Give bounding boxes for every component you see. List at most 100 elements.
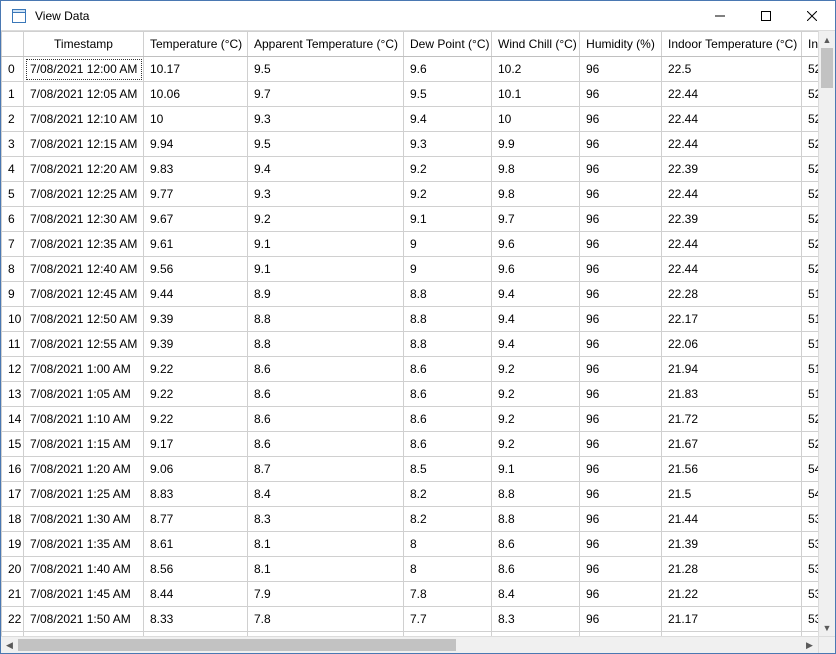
cell-indoor-temperature[interactable]: 22.44 <box>662 232 802 257</box>
cell-apparent-temperature[interactable]: 8.6 <box>248 407 404 432</box>
table-row[interactable]: 187/08/2021 1:30 AM8.778.38.28.89621.445… <box>2 507 819 532</box>
row-header[interactable]: 1 <box>2 82 24 107</box>
vertical-scrollbar[interactable]: ▲ ▼ <box>818 31 835 636</box>
cell-temperature[interactable]: 10.17 <box>144 57 248 82</box>
cell-temperature[interactable]: 9.17 <box>144 432 248 457</box>
cell-humidity[interactable]: 96 <box>580 332 662 357</box>
cell-partial[interactable]: 52 <box>802 82 819 107</box>
scroll-right-arrow-icon[interactable]: ▶ <box>801 637 818 653</box>
cell-temperature[interactable]: 8.77 <box>144 507 248 532</box>
cell-timestamp[interactable]: 7/08/2021 12:50 AM <box>24 307 144 332</box>
cell-wind-chill[interactable]: 9.6 <box>492 257 580 282</box>
cell-indoor-temperature[interactable]: 22.44 <box>662 257 802 282</box>
cell-partial[interactable]: 52 <box>802 107 819 132</box>
cell-humidity[interactable]: 96 <box>580 457 662 482</box>
cell-wind-chill[interactable]: 10 <box>492 107 580 132</box>
cell-apparent-temperature[interactable]: 8.6 <box>248 357 404 382</box>
table-row[interactable]: 157/08/2021 1:15 AM9.178.68.69.29621.675… <box>2 432 819 457</box>
table-row[interactable]: 137/08/2021 1:05 AM9.228.68.69.29621.835… <box>2 382 819 407</box>
cell-apparent-temperature[interactable]: 9.1 <box>248 257 404 282</box>
cell-indoor-temperature[interactable]: 22.39 <box>662 157 802 182</box>
row-header[interactable]: 10 <box>2 307 24 332</box>
cell-humidity[interactable]: 96 <box>580 607 662 632</box>
cell-wind-chill[interactable]: 9.2 <box>492 357 580 382</box>
cell-dew-point[interactable]: 8 <box>404 557 492 582</box>
table-row[interactable]: 107/08/2021 12:50 AM9.398.88.89.49622.17… <box>2 307 819 332</box>
row-header[interactable]: 20 <box>2 557 24 582</box>
table-row[interactable]: 27/08/2021 12:10 AM109.39.4109622.4452 <box>2 107 819 132</box>
cell-apparent-temperature[interactable]: 9.5 <box>248 132 404 157</box>
cell-indoor-temperature[interactable]: 22.17 <box>662 307 802 332</box>
table-row[interactable]: 217/08/2021 1:45 AM8.447.97.88.49621.225… <box>2 582 819 607</box>
cell-temperature[interactable]: 9.56 <box>144 257 248 282</box>
maximize-button[interactable] <box>743 1 789 31</box>
cell-partial[interactable]: 52 <box>802 257 819 282</box>
cell-wind-chill[interactable]: 8.3 <box>492 607 580 632</box>
cell-temperature[interactable]: 9.39 <box>144 332 248 357</box>
table-row[interactable]: 57/08/2021 12:25 AM9.779.39.29.89622.445… <box>2 182 819 207</box>
cell-apparent-temperature[interactable]: 9.2 <box>248 207 404 232</box>
scroll-down-arrow-icon[interactable]: ▼ <box>819 619 835 636</box>
cell-temperature[interactable]: 9.06 <box>144 457 248 482</box>
scroll-left-arrow-icon[interactable]: ◀ <box>1 637 18 653</box>
cell-humidity[interactable]: 96 <box>580 582 662 607</box>
cell-temperature[interactable]: 9.39 <box>144 307 248 332</box>
cell-partial[interactable]: 52 <box>802 132 819 157</box>
cell-timestamp[interactable]: 7/08/2021 1:45 AM <box>24 582 144 607</box>
data-grid[interactable]: Timestamp Temperature (°C) Apparent Temp… <box>1 31 818 636</box>
cell-humidity[interactable]: 96 <box>580 82 662 107</box>
cell-dew-point[interactable]: 8.8 <box>404 282 492 307</box>
cell-dew-point[interactable]: 7.7 <box>404 607 492 632</box>
cell-apparent-temperature[interactable]: 9.4 <box>248 157 404 182</box>
row-header[interactable]: 3 <box>2 132 24 157</box>
cell-partial[interactable]: 51 <box>802 332 819 357</box>
cell-wind-chill[interactable]: 9.2 <box>492 382 580 407</box>
cell-timestamp[interactable]: 7/08/2021 1:10 AM <box>24 407 144 432</box>
cell-dew-point[interactable]: 8.5 <box>404 457 492 482</box>
cell-timestamp[interactable]: 7/08/2021 1:35 AM <box>24 532 144 557</box>
cell-humidity[interactable]: 96 <box>580 557 662 582</box>
table-row[interactable]: 197/08/2021 1:35 AM8.618.188.69621.3953 <box>2 532 819 557</box>
cell-dew-point[interactable]: 8.2 <box>404 482 492 507</box>
row-header[interactable]: 13 <box>2 382 24 407</box>
col-header-dew-point[interactable]: Dew Point (°C) <box>404 32 492 57</box>
cell-partial[interactable]: 52 <box>802 407 819 432</box>
cell-wind-chill[interactable]: 8.4 <box>492 582 580 607</box>
cell-dew-point[interactable]: 8.6 <box>404 432 492 457</box>
cell-apparent-temperature[interactable]: 9.3 <box>248 107 404 132</box>
cell-humidity[interactable]: 96 <box>580 232 662 257</box>
cell-humidity[interactable]: 96 <box>580 507 662 532</box>
row-header[interactable]: 8 <box>2 257 24 282</box>
cell-temperature[interactable]: 10 <box>144 107 248 132</box>
cell-wind-chill[interactable]: 9.9 <box>492 132 580 157</box>
cell-humidity[interactable]: 96 <box>580 132 662 157</box>
cell-apparent-temperature[interactable]: 8.8 <box>248 332 404 357</box>
cell-wind-chill[interactable]: 8.8 <box>492 507 580 532</box>
cell-apparent-temperature[interactable]: 7.9 <box>248 582 404 607</box>
cell-humidity[interactable]: 96 <box>580 207 662 232</box>
cell-apparent-temperature[interactable]: 9.1 <box>248 232 404 257</box>
cell-humidity[interactable]: 96 <box>580 532 662 557</box>
cell-timestamp[interactable]: 7/08/2021 1:05 AM <box>24 382 144 407</box>
cell-dew-point[interactable]: 9.2 <box>404 182 492 207</box>
table-row[interactable]: 117/08/2021 12:55 AM9.398.88.89.49622.06… <box>2 332 819 357</box>
cell-humidity[interactable]: 96 <box>580 57 662 82</box>
cell-indoor-temperature[interactable]: 22.28 <box>662 282 802 307</box>
cell-apparent-temperature[interactable]: 8.7 <box>248 457 404 482</box>
cell-temperature[interactable]: 8.61 <box>144 532 248 557</box>
horizontal-scroll-thumb[interactable] <box>18 639 456 651</box>
row-header[interactable]: 19 <box>2 532 24 557</box>
row-header[interactable]: 16 <box>2 457 24 482</box>
minimize-button[interactable] <box>697 1 743 31</box>
cell-indoor-temperature[interactable]: 21.72 <box>662 407 802 432</box>
cell-wind-chill[interactable]: 9.6 <box>492 232 580 257</box>
cell-apparent-temperature[interactable]: 7.8 <box>248 607 404 632</box>
cell-humidity[interactable]: 96 <box>580 182 662 207</box>
col-header-partial[interactable]: In <box>802 32 819 57</box>
cell-temperature[interactable]: 9.22 <box>144 407 248 432</box>
cell-dew-point[interactable]: 9 <box>404 257 492 282</box>
cell-wind-chill[interactable]: 9.2 <box>492 432 580 457</box>
cell-timestamp[interactable]: 7/08/2021 1:50 AM <box>24 607 144 632</box>
cell-temperature[interactable]: 9.94 <box>144 132 248 157</box>
cell-partial[interactable]: 53 <box>802 582 819 607</box>
